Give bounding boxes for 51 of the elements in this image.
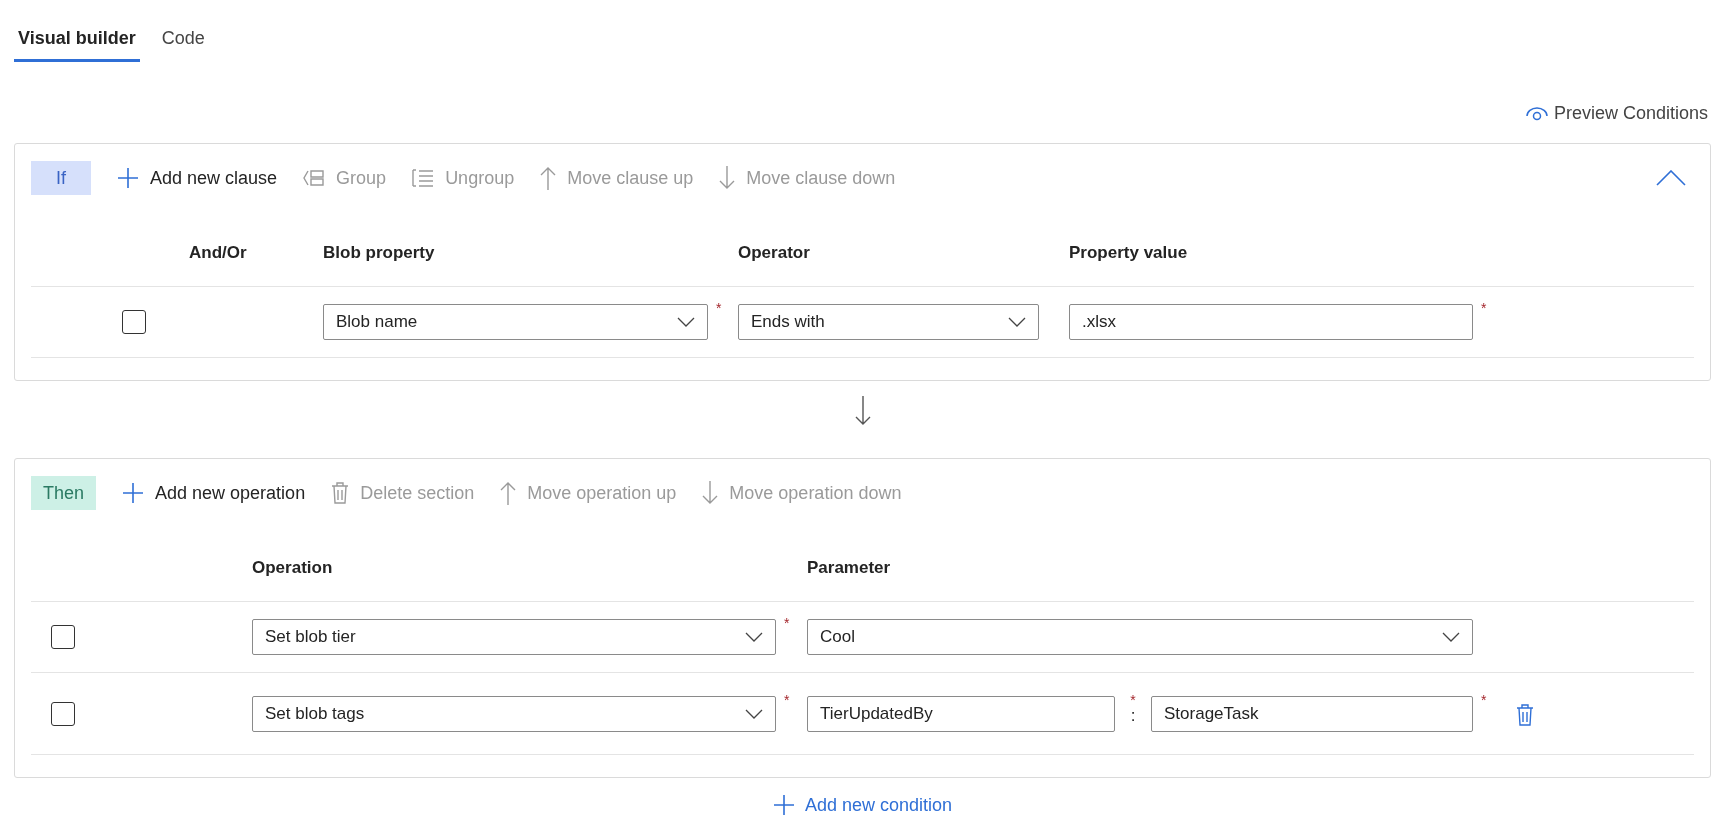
arrow-down-icon bbox=[702, 481, 719, 505]
required-mark: * bbox=[784, 616, 790, 630]
plus-icon bbox=[772, 794, 795, 816]
arrow-up-icon bbox=[500, 481, 517, 505]
group-icon bbox=[303, 168, 326, 188]
checkbox[interactable] bbox=[51, 701, 75, 726]
input-field[interactable]: TierUpdatedBy bbox=[807, 695, 1115, 732]
dropdown[interactable]: Set blob tier bbox=[252, 619, 776, 655]
dropdown[interactable]: Cool bbox=[807, 619, 1473, 655]
chevron-down-icon bbox=[1442, 632, 1460, 642]
dropdown[interactable]: Blob name bbox=[323, 304, 708, 340]
required-mark: * bbox=[784, 692, 790, 707]
toolbar-button[interactable]: Add new clause bbox=[117, 167, 278, 189]
required-mark: * bbox=[1130, 692, 1136, 707]
tab[interactable]: Visual builder bbox=[14, 18, 140, 62]
input-field[interactable]: .xlsx bbox=[1069, 304, 1473, 340]
arrow-down-icon bbox=[854, 395, 871, 426]
column-header: And/Or bbox=[189, 243, 248, 263]
arrow-up-icon bbox=[540, 166, 557, 190]
dropdown[interactable]: Set blob tags bbox=[252, 695, 776, 732]
chevron-down-icon bbox=[745, 708, 763, 719]
column-header: Blob property bbox=[323, 243, 436, 263]
required-mark: * bbox=[716, 301, 722, 315]
section-label: Then bbox=[31, 476, 97, 510]
separator: : bbox=[1130, 706, 1136, 724]
plus-icon bbox=[117, 167, 139, 189]
chevron-down-icon bbox=[745, 632, 763, 642]
plus-icon bbox=[122, 482, 145, 504]
tab[interactable]: Code bbox=[157, 18, 209, 62]
chevron-down-icon bbox=[677, 317, 695, 327]
chevron-down-icon bbox=[1008, 317, 1026, 327]
column-header: Property value bbox=[1069, 243, 1189, 263]
eye-icon bbox=[1525, 105, 1548, 122]
section-label: If bbox=[31, 161, 91, 195]
arrow-down-icon bbox=[719, 166, 736, 190]
trash-icon bbox=[331, 482, 350, 504]
preview-link[interactable]: Preview Conditions bbox=[1525, 102, 1708, 125]
list-icon bbox=[412, 168, 435, 188]
required-mark: * bbox=[1481, 692, 1487, 707]
checkbox[interactable] bbox=[122, 310, 146, 334]
dropdown[interactable]: Ends with bbox=[738, 304, 1039, 340]
add-condition-button[interactable]: Add new condition bbox=[772, 794, 953, 816]
chevron-up-icon[interactable] bbox=[1656, 170, 1686, 186]
column-header: Operation bbox=[252, 558, 334, 578]
column-header: Parameter bbox=[807, 558, 892, 578]
required-mark: * bbox=[1481, 301, 1487, 315]
trash-icon[interactable] bbox=[1516, 703, 1535, 726]
toolbar-button[interactable]: Add new operation bbox=[122, 482, 306, 504]
checkbox[interactable] bbox=[51, 625, 75, 649]
input-field[interactable]: StorageTask bbox=[1151, 695, 1473, 732]
column-header: Operator bbox=[738, 243, 811, 263]
